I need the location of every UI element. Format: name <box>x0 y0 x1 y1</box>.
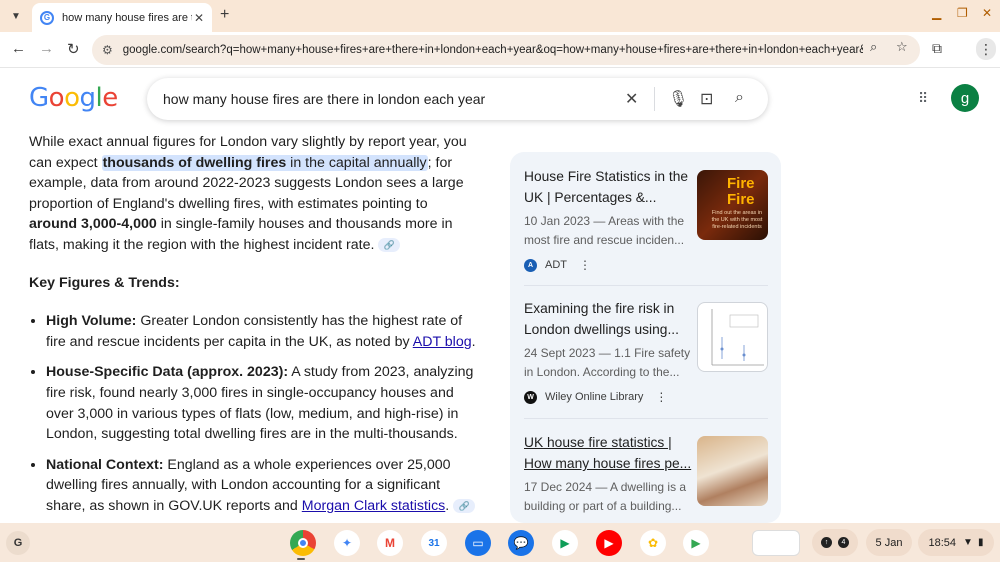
window-close-icon[interactable]: ✕ <box>982 6 992 20</box>
url-text[interactable]: google.com/search?q=how+many+house+fires… <box>123 44 863 56</box>
source-title[interactable]: Examining the fire risk in London dwelli… <box>524 298 692 340</box>
extensions-puzzle-icon[interactable]: ⧉ <box>932 40 942 57</box>
search-divider <box>654 87 655 111</box>
gemini-app-icon[interactable]: ✦ <box>334 530 360 556</box>
tab-strip: ▼ G how many house fires are there ✕ + ▁… <box>0 0 1000 32</box>
date-tray[interactable]: 5 Jan <box>866 529 912 556</box>
source-thumbnail[interactable]: Fire Fire Find out the areas in the UK w… <box>697 170 768 240</box>
adt-blog-link[interactable]: ADT blog <box>413 334 472 350</box>
play-store-app-icon[interactable]: ▶ <box>683 530 709 556</box>
source-snippet: 17 Dec 2024 — A dwelling is a building o… <box>524 480 687 513</box>
clear-search-icon[interactable]: ✕ <box>625 89 638 109</box>
tab-title: how many house fires are there <box>62 11 192 24</box>
wiley-logo-icon: W <box>524 390 537 404</box>
reload-icon[interactable]: ↻ <box>67 40 80 58</box>
download-count-badge: 4 <box>838 537 849 548</box>
divider <box>524 285 768 286</box>
citation-link-icon[interactable]: 🔗 <box>378 238 401 253</box>
wifi-icon: ▼ <box>963 537 973 548</box>
taskbar: G ✦ M 31 ▭ 💬 ▶ ▶ ✿ ▶ ↑ 4 5 Jan 18:54 ▼ ▮ <box>0 523 1000 562</box>
source-thumbnail[interactable] <box>697 436 768 506</box>
minimize-icon[interactable]: ▁ <box>932 6 941 20</box>
site-info-icon[interactable]: ⚙ <box>102 43 113 57</box>
source-title[interactable]: UK house fire statistics | How many hous… <box>524 432 692 474</box>
search-icon[interactable]: ⌕ <box>735 89 744 107</box>
overview-paragraph: While exact annual figures for London va… <box>29 134 467 253</box>
highlighted-claim[interactable]: thousands of dwelling fires in the capit… <box>101 154 428 171</box>
address-bar[interactable]: ⚙ google.com/search?q=how+many+house+fir… <box>92 35 920 65</box>
photos-app-icon[interactable]: ✿ <box>640 530 666 556</box>
account-avatar[interactable]: g <box>951 84 979 112</box>
google-logo[interactable]: Google <box>29 83 118 113</box>
list-item: High Volume: Greater London consistently… <box>46 311 479 352</box>
list-item: House-Specific Data (approx. 2023): A st… <box>46 362 479 444</box>
forward-arrow-icon[interactable]: → <box>39 40 54 57</box>
source-snippet: 10 Jan 2023 — Areas with the most fire a… <box>524 214 685 247</box>
upload-icon: ↑ <box>821 537 832 548</box>
new-tab-button[interactable]: + <box>220 6 229 24</box>
battery-icon: ▮ <box>977 537 984 548</box>
messages-app-icon[interactable]: 💬 <box>508 530 534 556</box>
active-app-indicator <box>297 558 305 560</box>
restore-icon[interactable]: ❐ <box>957 6 968 20</box>
google-apps-grid-icon[interactable]: ⠿ <box>918 90 928 107</box>
tab-search-chevron-icon[interactable]: ▼ <box>6 6 26 26</box>
google-header: Google how many house fires are there in… <box>0 68 1000 130</box>
google-favicon-icon: G <box>40 10 54 25</box>
chart-thumbnail-icon <box>711 309 764 366</box>
section-heading: Key Figures & Trends: <box>29 274 180 291</box>
citation-link-icon[interactable]: 🔗 <box>453 499 476 514</box>
files-app-icon[interactable]: ▭ <box>465 530 491 556</box>
launcher-button[interactable]: G <box>6 531 30 555</box>
divider <box>524 418 768 419</box>
status-tray[interactable]: 18:54 ▼ ▮ <box>918 529 994 556</box>
back-arrow-icon[interactable]: ← <box>11 40 26 57</box>
calendar-app-icon[interactable]: 31 <box>421 530 447 556</box>
bookmark-star-icon[interactable]: ☆ <box>896 39 908 55</box>
chrome-app-icon[interactable] <box>290 530 316 556</box>
browser-menu-icon[interactable]: ⋮ <box>976 38 996 60</box>
source-title[interactable]: House Fire Statistics in the UK | Percen… <box>524 166 692 208</box>
source-site: A ADT ⋮ <box>524 258 768 272</box>
tab-active[interactable]: G how many house fires are there ✕ <box>32 3 212 32</box>
zoom-icon[interactable]: ⌕ <box>870 39 877 55</box>
downloads-tray[interactable]: ↑ 4 <box>812 529 858 556</box>
source-card[interactable]: UK house fire statistics | How many hous… <box>524 432 768 516</box>
source-site: W Wiley Online Library ⋮ <box>524 390 768 404</box>
source-thumbnail[interactable] <box>697 302 768 372</box>
clock-time: 18:54 <box>928 536 957 549</box>
adt-logo-icon: A <box>524 258 537 272</box>
source-snippet: 24 Sept 2023 — 1.1 Fire safety in London… <box>524 346 691 379</box>
gmail-app-icon[interactable]: M <box>377 530 403 556</box>
browser-toolbar: ← → ↻ ⚙ google.com/search?q=how+many+hou… <box>0 32 1000 68</box>
more-options-icon[interactable]: ⋮ <box>579 258 591 272</box>
morgan-clark-link[interactable]: Morgan Clark statistics <box>302 498 446 514</box>
tab-close-icon[interactable]: ✕ <box>194 11 204 25</box>
more-options-icon[interactable]: ⋮ <box>655 390 667 404</box>
window-preview-thumbnail[interactable] <box>752 530 800 556</box>
youtube-app-icon[interactable]: ▶ <box>596 530 622 556</box>
source-card[interactable]: Examining the fire risk in London dwelli… <box>524 298 768 404</box>
lens-camera-icon[interactable]: ⊡ <box>700 89 713 109</box>
search-input[interactable]: how many house fires are there in london… <box>163 91 485 107</box>
ai-overview: While exact annual figures for London va… <box>29 130 479 522</box>
source-card[interactable]: House Fire Statistics in the UK | Percen… <box>524 166 768 272</box>
search-box[interactable]: how many house fires are there in london… <box>147 78 768 120</box>
meet-app-icon[interactable]: ▶ <box>552 530 578 556</box>
key-figures-list: High Volume: Greater London consistently… <box>29 311 479 516</box>
list-item: National Context: England as a whole exp… <box>46 455 479 517</box>
voice-search-mic-icon[interactable]: 🎙 <box>668 89 688 109</box>
sources-panel: House Fire Statistics in the UK | Percen… <box>510 152 781 523</box>
